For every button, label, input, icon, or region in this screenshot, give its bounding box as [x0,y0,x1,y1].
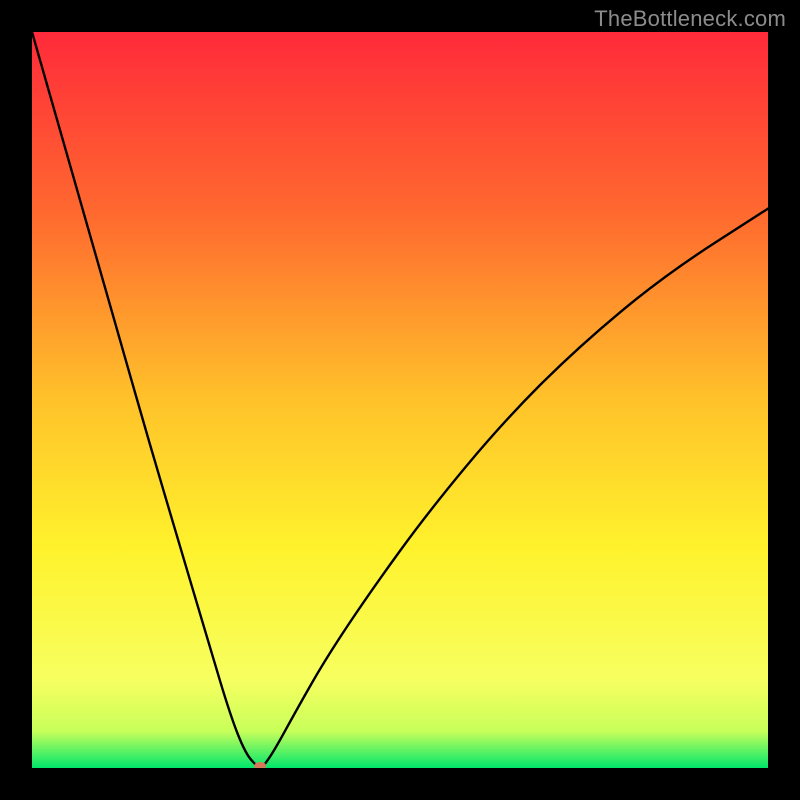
chart-frame: TheBottleneck.com [0,0,800,800]
chart-svg [32,32,768,768]
watermark-text: TheBottleneck.com [594,6,786,32]
gradient-background [32,32,768,768]
plot-area [32,32,768,768]
